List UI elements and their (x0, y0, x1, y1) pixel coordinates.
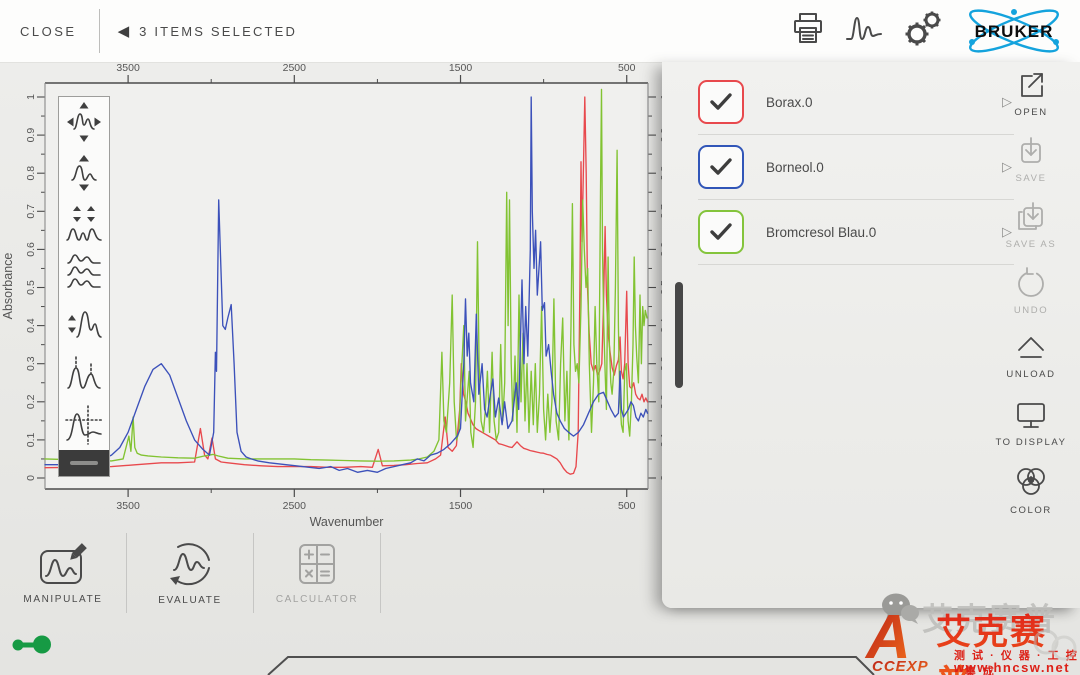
gears-icon (902, 9, 944, 54)
spectrum-list-item[interactable]: Borneol.0 ▷ (698, 135, 1014, 200)
evaluate-button[interactable]: EVALUATE (127, 533, 254, 613)
palette-drag-handle[interactable] (59, 450, 109, 476)
save-as-icon (1013, 200, 1049, 234)
svg-text:0.3: 0.3 (25, 356, 37, 371)
title-bar: CLOSE ◀ 3 ITEMS SELECTED (0, 0, 1080, 63)
open-icon (1014, 68, 1048, 102)
undo-label: UNDO (1014, 305, 1048, 316)
svg-text:0.1: 0.1 (25, 432, 37, 447)
spectrum-name: Borax.0 (766, 95, 813, 110)
stack-spectra-icon[interactable] (59, 248, 109, 298)
bruker-logo: BRUKER (962, 8, 1066, 54)
svg-text:0.7: 0.7 (25, 204, 37, 219)
spectrum-name: Bromcresol Blau.0 (766, 225, 876, 240)
panel-drag-handle[interactable] (675, 282, 683, 388)
save-icon (1014, 134, 1048, 168)
svg-text:0.6: 0.6 (25, 242, 37, 257)
spectrum-icon (844, 12, 884, 51)
svg-text:2500: 2500 (283, 62, 307, 74)
to-display-label: TO DISPLAY (995, 437, 1066, 448)
opus-touch-app: CLOSE ◀ 3 ITEMS SELECTED (0, 0, 1080, 675)
scale-y-icon[interactable] (59, 147, 109, 197)
save-as-button[interactable]: SAVE AS (986, 198, 1076, 264)
svg-text:Absorbance: Absorbance (1, 253, 15, 320)
svg-text:0.9: 0.9 (25, 128, 37, 143)
manipulate-button[interactable]: MANIPULATE (0, 533, 127, 613)
action-sidebar: OPEN SAVE SAVE AS (986, 66, 1076, 528)
spectrum-name: Borneol.0 (766, 160, 824, 175)
printer-icon (790, 11, 826, 52)
pan-spectrum-icon[interactable] (59, 97, 109, 147)
svg-text:500: 500 (618, 62, 636, 74)
back-icon[interactable]: ◀ (118, 22, 130, 40)
spectra-list: Borax.0 ▷ Borneol.0 ▷ Bromcresol Blau.0 … (698, 70, 1014, 265)
color-button[interactable]: COLOR (986, 462, 1076, 528)
drag-bar-icon (70, 461, 98, 465)
color-icon (1013, 464, 1049, 500)
svg-text:2500: 2500 (283, 500, 307, 512)
titlebar-actions: BRUKER (790, 0, 1066, 62)
scale-peaks-individually-icon[interactable] (59, 198, 109, 248)
unload-button[interactable]: UNLOAD (986, 330, 1076, 396)
evaluate-label: EVALUATE (158, 595, 222, 606)
to-display-button[interactable]: TO DISPLAY (986, 396, 1076, 462)
settings-button[interactable] (902, 9, 944, 54)
bottom-drawer-handle[interactable] (0, 650, 1080, 675)
spectrum-checkbox[interactable] (698, 210, 744, 254)
bottom-toolbar: MANIPULATE EVALUATE (0, 533, 381, 613)
unload-icon (1013, 332, 1049, 364)
svg-text:500: 500 (618, 500, 636, 512)
peak-picking-icon[interactable] (59, 349, 109, 399)
spectrum-list-item[interactable]: Bromcresol Blau.0 ▷ (698, 200, 1014, 265)
save-as-label: SAVE AS (1006, 239, 1057, 250)
spectrum-toolbar (58, 96, 110, 477)
spectrum-view-button[interactable] (844, 12, 884, 51)
svg-text:0: 0 (25, 475, 37, 481)
svg-text:1500: 1500 (449, 62, 473, 74)
calculator-icon (292, 541, 342, 587)
svg-text:1: 1 (25, 94, 37, 100)
save-label: SAVE (1015, 173, 1046, 184)
svg-text:0.2: 0.2 (25, 394, 37, 409)
svg-text:3500: 3500 (116, 500, 140, 512)
color-label: COLOR (1010, 505, 1052, 516)
save-button[interactable]: SAVE (986, 132, 1076, 198)
svg-text:1500: 1500 (449, 500, 473, 512)
spectrum-checkbox[interactable] (698, 145, 744, 189)
spectrum-list-item[interactable]: Borax.0 ▷ (698, 70, 1014, 135)
evaluate-icon (164, 540, 216, 588)
print-button[interactable] (790, 11, 826, 52)
display-icon (1013, 398, 1049, 432)
close-button[interactable]: CLOSE (20, 24, 77, 39)
svg-text:3500: 3500 (116, 62, 140, 74)
unload-label: UNLOAD (1006, 369, 1055, 380)
calculator-label: CALCULATOR (276, 594, 358, 605)
undo-button[interactable]: UNDO (986, 264, 1076, 330)
selection-count-label: 3 ITEMS SELECTED (139, 24, 297, 39)
crosshair-cursor-icon[interactable] (59, 400, 109, 450)
scale-single-peak-icon[interactable] (59, 299, 109, 349)
open-label: OPEN (1014, 107, 1047, 118)
svg-text:0.8: 0.8 (25, 166, 37, 181)
open-button[interactable]: OPEN (986, 66, 1076, 132)
svg-text:0.4: 0.4 (25, 318, 37, 333)
spectrum-checkbox[interactable] (698, 80, 744, 124)
titlebar-divider (99, 9, 100, 53)
svg-text:Wavenumber: Wavenumber (310, 515, 384, 529)
manipulate-label: MANIPULATE (23, 594, 102, 605)
manipulate-icon (37, 541, 89, 587)
undo-icon (1014, 266, 1048, 300)
svg-text:0.5: 0.5 (25, 280, 37, 295)
calculator-button[interactable]: CALCULATOR (254, 533, 381, 613)
svg-text:BRUKER: BRUKER (975, 22, 1054, 41)
